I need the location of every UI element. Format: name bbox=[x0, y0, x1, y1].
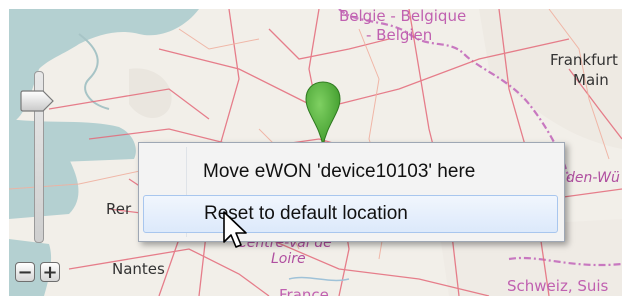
mouse-pointer-icon bbox=[223, 211, 247, 248]
map-widget: Belgie - Belgique - Belgien Frankfurt Ma… bbox=[0, 0, 629, 296]
menu-item-reset-location[interactable]: Reset to default location bbox=[143, 195, 558, 233]
map-label-loire: Loire bbox=[271, 251, 306, 267]
zoom-out-button[interactable]: − bbox=[15, 262, 35, 282]
map-label-frankfurt: Frankfurt bbox=[550, 51, 618, 69]
map-pin-icon[interactable] bbox=[303, 80, 343, 150]
map-label-baden: den-Wü bbox=[566, 170, 620, 186]
map-label-rennes: Rer bbox=[106, 200, 132, 218]
map-label-france: France bbox=[279, 286, 329, 296]
map-label-main: Main bbox=[573, 71, 609, 89]
zoom-in-button[interactable]: + bbox=[40, 262, 60, 282]
map-label-nantes: Nantes bbox=[112, 260, 165, 278]
zoom-slider-handle[interactable] bbox=[19, 90, 55, 112]
menu-item-label: Move eWON 'device10103' here bbox=[203, 161, 476, 182]
map-label-switzerland: Schweiz, Suis bbox=[507, 277, 609, 295]
map-label-belgium-de: - Belgien bbox=[366, 26, 433, 44]
context-menu: Move eWON 'device10103' here Reset to de… bbox=[138, 142, 565, 242]
map-label-belgium: Belgie - Belgique bbox=[339, 9, 467, 25]
menu-item-move-device[interactable]: Move eWON 'device10103' here bbox=[143, 153, 558, 191]
